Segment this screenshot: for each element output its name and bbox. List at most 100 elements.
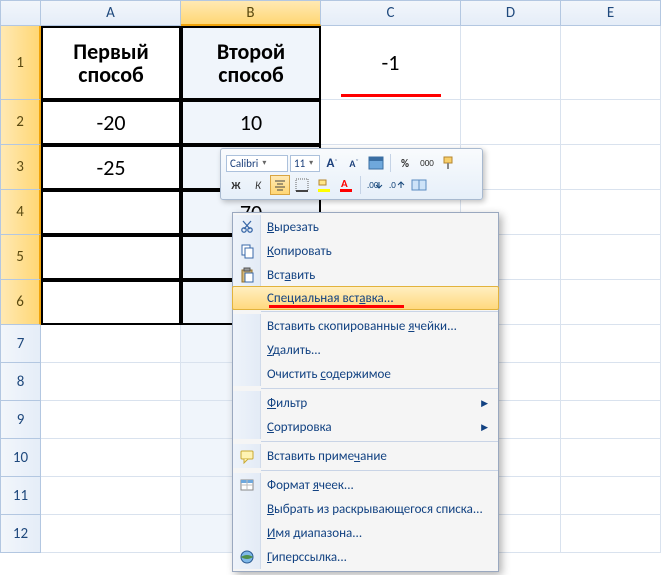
cell-A10[interactable] xyxy=(41,439,181,477)
col-header-A[interactable]: A xyxy=(41,0,181,26)
col-header-C[interactable]: C xyxy=(321,0,461,26)
ctx-paste-special[interactable]: Специальная вставка... xyxy=(232,286,499,310)
row-header-8[interactable]: 8 xyxy=(0,363,41,401)
row-header-2[interactable]: 2 xyxy=(0,100,41,145)
cell-A3[interactable]: -25 xyxy=(41,145,181,190)
cell-C2[interactable] xyxy=(321,100,461,145)
column-headers: A B C D E xyxy=(0,0,668,26)
paste-icon xyxy=(233,263,261,287)
bold-button[interactable]: Ж xyxy=(226,175,246,195)
cell-E5[interactable] xyxy=(561,235,661,280)
row-header-11[interactable]: 11 xyxy=(0,477,41,515)
cell-B1[interactable]: Второй способ xyxy=(181,26,321,100)
blank-icon xyxy=(233,497,261,521)
submenu-arrow-icon: ▶ xyxy=(481,398,488,409)
mini-toolbar: Calibri 11 Aˆ Aˇ % 000 Ж К A .00 xyxy=(220,148,483,200)
ctx-hyperlink[interactable]: Гиперссылка... xyxy=(233,545,498,569)
context-menu: ВырезатьКопировать Вставить Специальная вс… xyxy=(232,212,499,572)
col-header-B[interactable]: B xyxy=(181,0,321,26)
percent-button[interactable]: % xyxy=(395,153,415,173)
scissors-icon xyxy=(233,215,261,239)
cell-A12[interactable] xyxy=(41,515,181,553)
cell-A1[interactable]: Первый способ xyxy=(41,26,181,100)
ctx-sort[interactable]: Сортировка▶ xyxy=(233,415,498,439)
italic-button[interactable]: К xyxy=(248,175,268,195)
cell-A8[interactable] xyxy=(41,363,181,401)
cell-A11[interactable] xyxy=(41,477,181,515)
shrink-font-button[interactable]: Aˇ xyxy=(344,153,364,173)
ctx-cut[interactable]: Вырезать xyxy=(233,215,498,239)
increase-decimal-button[interactable]: .0 xyxy=(387,175,407,195)
ctx-insert-copied[interactable]: Вставить скопированные ячейки... xyxy=(233,314,498,338)
row-header-9[interactable]: 9 xyxy=(0,401,41,439)
ctx-filter[interactable]: Фильтр▶ xyxy=(233,391,498,415)
cell-A5[interactable] xyxy=(41,235,181,280)
ctx-clear[interactable]: Очистить содержимое xyxy=(233,362,498,386)
row-header-5[interactable]: 5 xyxy=(0,235,41,280)
cell-E7[interactable] xyxy=(561,325,661,363)
submenu-arrow-icon: ▶ xyxy=(481,422,488,433)
cell-A6[interactable] xyxy=(41,280,181,325)
cell-E9[interactable] xyxy=(561,401,661,439)
merge-cells-button[interactable] xyxy=(409,175,429,195)
cell-D2[interactable] xyxy=(461,100,561,145)
cell-E1[interactable] xyxy=(561,26,661,100)
ctx-label: Выбрать из раскрывающегося списка... xyxy=(267,502,492,517)
cell-E8[interactable] xyxy=(561,363,661,401)
blank-icon xyxy=(233,415,261,439)
ctx-label: Вставить xyxy=(267,268,492,283)
ctx-label: Сортировка xyxy=(267,420,481,435)
ctx-pick-list[interactable]: Выбрать из раскрывающегося списка... xyxy=(233,497,498,521)
ctx-paste[interactable]: Вставить xyxy=(233,263,498,287)
ctx-copy[interactable]: Копировать xyxy=(233,239,498,263)
cell-E11[interactable] xyxy=(561,477,661,515)
row-header-10[interactable]: 10 xyxy=(0,439,41,477)
cell-B2[interactable]: 10 xyxy=(181,100,321,145)
ctx-label: Удалить... xyxy=(267,343,492,358)
cell-E3[interactable] xyxy=(561,145,661,190)
row-header-3[interactable]: 3 xyxy=(0,145,41,190)
fill-color-button[interactable] xyxy=(314,175,334,195)
row-header-6[interactable]: 6 xyxy=(0,280,41,325)
cell-C1[interactable]: -1 xyxy=(321,26,461,100)
ctx-label: Вставить примечание xyxy=(267,449,492,464)
cell-E6[interactable] xyxy=(561,280,661,325)
font-color-button[interactable]: A xyxy=(336,175,356,195)
font-name-select[interactable]: Calibri xyxy=(226,155,288,172)
cell-E10[interactable] xyxy=(561,439,661,477)
cell-A2[interactable]: -20 xyxy=(41,100,181,145)
copy-icon xyxy=(233,239,261,263)
ctx-label: Имя диапазона... xyxy=(267,526,492,541)
center-align-button[interactable] xyxy=(270,175,290,195)
row-header-4[interactable]: 4 xyxy=(0,190,41,235)
ctx-name-range[interactable]: Имя диапазона... xyxy=(233,521,498,545)
comment-icon xyxy=(233,444,261,468)
cell-A4[interactable] xyxy=(41,190,181,235)
select-all-corner[interactable] xyxy=(0,0,41,26)
cell-E2[interactable] xyxy=(561,100,661,145)
ctx-format-cells[interactable]: Формат ячеек... xyxy=(233,473,498,497)
format-painter-button[interactable] xyxy=(439,153,459,173)
cell-A9[interactable] xyxy=(41,401,181,439)
ctx-insert-comment[interactable]: Вставить примечание xyxy=(233,444,498,468)
ctx-delete[interactable]: Удалить... xyxy=(233,338,498,362)
grow-font-button[interactable]: Aˆ xyxy=(322,153,342,173)
cell-E12[interactable] xyxy=(561,515,661,553)
cell-A7[interactable] xyxy=(41,325,181,363)
ctx-label: Гиперссылка... xyxy=(267,550,492,565)
comma-style-button[interactable]: 000 xyxy=(417,153,437,173)
borders-button[interactable] xyxy=(292,175,312,195)
font-size-select[interactable]: 11 xyxy=(290,155,320,172)
cell-E4[interactable] xyxy=(561,190,661,235)
decrease-decimal-button[interactable]: .00 xyxy=(365,175,385,195)
col-header-D[interactable]: D xyxy=(461,0,561,26)
blank-icon xyxy=(233,314,261,338)
cell-D1[interactable] xyxy=(461,26,561,100)
styles-button[interactable] xyxy=(366,153,386,173)
row-header-7[interactable]: 7 xyxy=(0,325,41,363)
col-header-E[interactable]: E xyxy=(561,0,661,26)
blank-icon xyxy=(233,362,261,386)
row-header-12[interactable]: 12 xyxy=(0,515,41,553)
ctx-label: Формат ячеек... xyxy=(267,478,492,493)
row-header-1[interactable]: 1 xyxy=(0,26,41,100)
